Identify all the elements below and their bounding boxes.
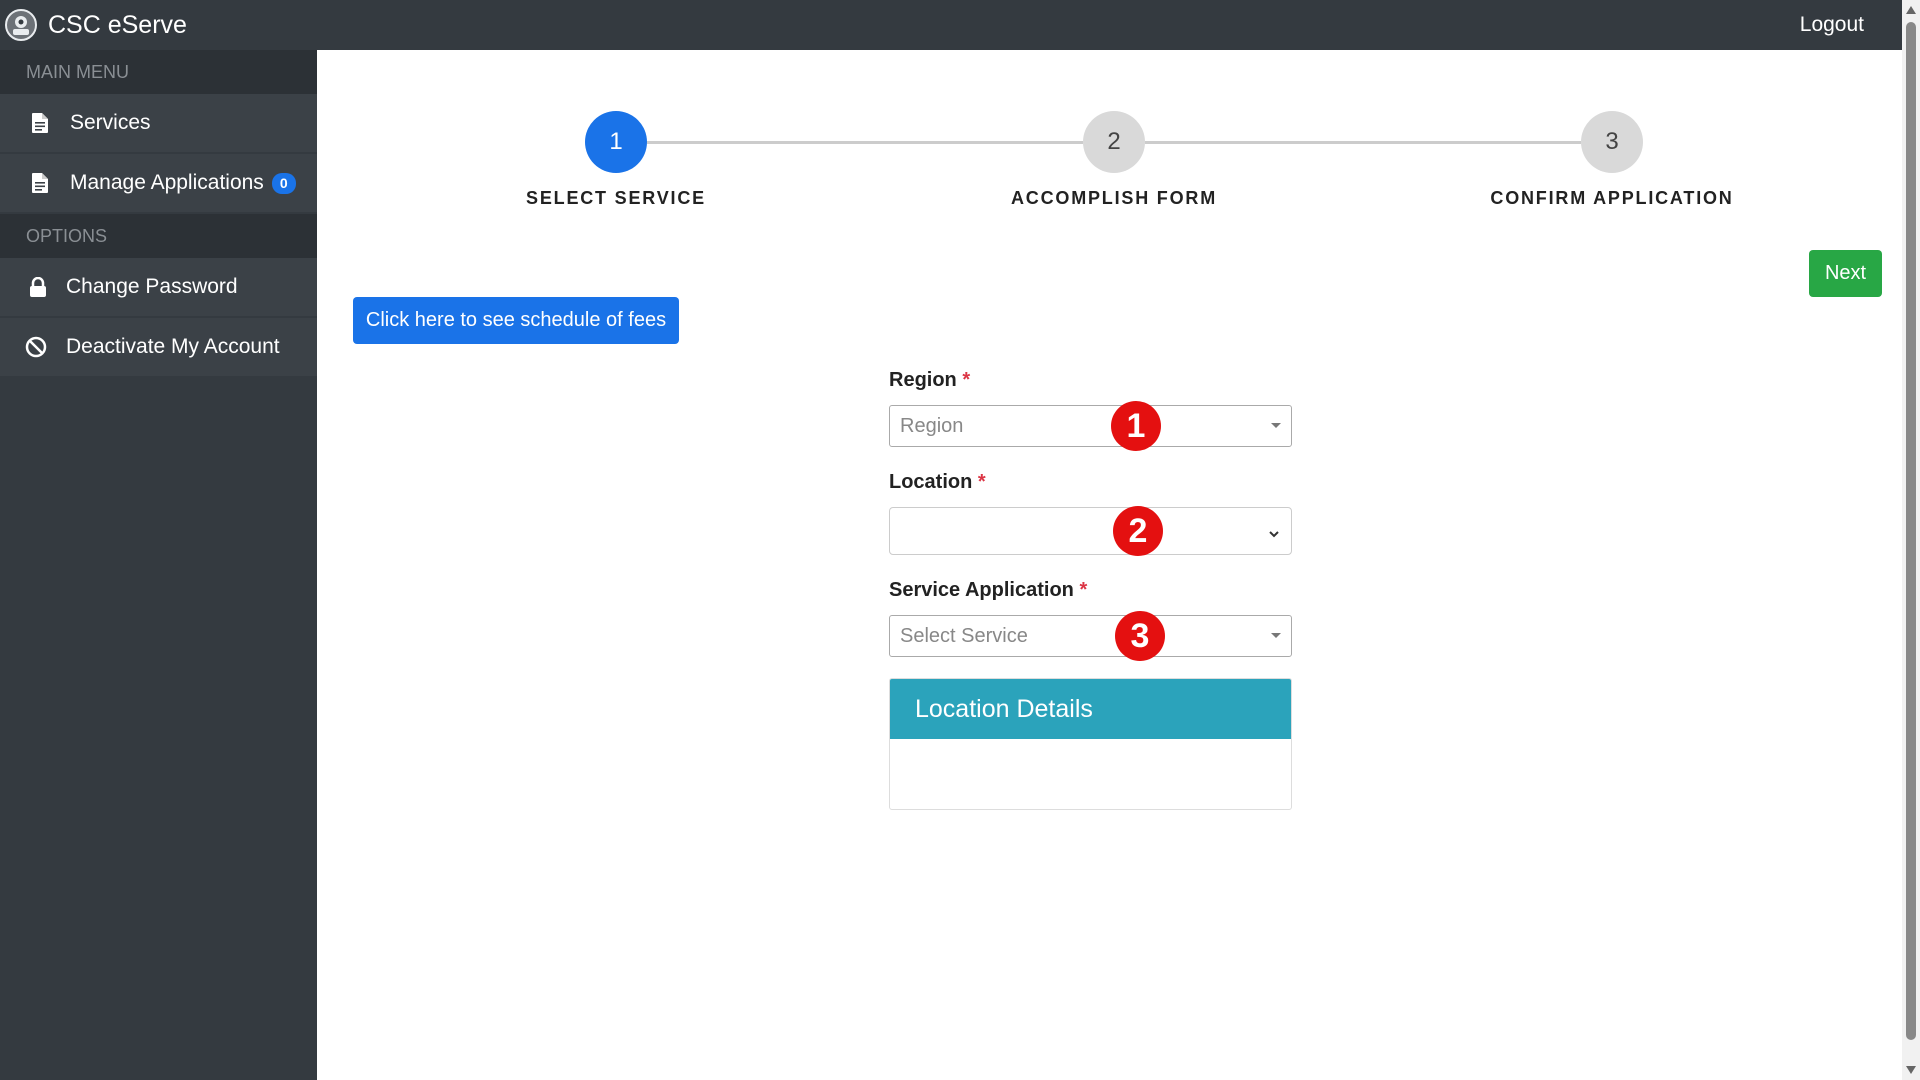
annotation-marker-1: 1 — [1111, 401, 1161, 451]
sidebar-item-services[interactable]: Services — [0, 94, 317, 154]
document-icon — [28, 171, 52, 195]
service-application-select[interactable]: Select Service — [889, 615, 1292, 657]
step-2-label: ACCOMPLISH FORM — [1011, 188, 1217, 208]
chevron-down-icon — [1267, 524, 1281, 538]
region-label: Region * — [889, 369, 971, 391]
stepper-connector — [1145, 141, 1581, 144]
top-navbar: CSC eServe Logout — [0, 0, 1902, 50]
next-button[interactable]: Next — [1809, 250, 1882, 297]
required-marker: * — [1079, 579, 1088, 601]
app-title: CSC eServe — [48, 10, 187, 39]
seal-logo-icon — [4, 8, 38, 42]
location-select[interactable] — [889, 507, 1292, 555]
sidebar-item-change-password[interactable]: Change Password — [0, 258, 317, 318]
schedule-of-fees-button[interactable]: Click here to see schedule of fees — [353, 297, 679, 344]
required-marker: * — [977, 471, 986, 493]
vertical-scrollbar[interactable] — [1902, 0, 1920, 1080]
sidebar: MAIN MENU Services Manage Applications 0… — [0, 50, 317, 1080]
ban-icon — [24, 335, 48, 359]
logout-link[interactable]: Logout — [1800, 0, 1864, 50]
location-details-card: Location Details — [889, 678, 1292, 810]
step-3-circle[interactable]: 3 — [1581, 111, 1643, 173]
step-3-label: CONFIRM APPLICATION — [1490, 188, 1734, 208]
scroll-up-icon[interactable] — [1906, 6, 1916, 14]
lock-icon — [26, 275, 50, 299]
sidebar-section-main-menu: MAIN MENU — [0, 50, 317, 94]
sidebar-item-manage-applications[interactable]: Manage Applications 0 — [0, 154, 317, 214]
sidebar-section-options: OPTIONS — [0, 214, 317, 258]
sidebar-item-label: Services — [70, 111, 151, 134]
scroll-down-icon[interactable] — [1906, 1066, 1916, 1074]
caret-down-icon — [1271, 633, 1281, 638]
service-application-label: Service Application * — [889, 579, 1088, 601]
document-icon — [28, 111, 52, 135]
annotation-marker-2: 2 — [1113, 506, 1163, 556]
brand[interactable]: CSC eServe — [4, 0, 187, 50]
annotation-marker-3: 3 — [1115, 611, 1165, 661]
service-select-placeholder: Select Service — [900, 624, 1028, 647]
main-content: 1 2 3 SELECT SERVICE ACCOMPLISH FORM CON… — [317, 50, 1902, 1080]
required-marker: * — [962, 369, 971, 391]
step-1-circle[interactable]: 1 — [585, 111, 647, 173]
caret-down-icon — [1271, 423, 1281, 428]
location-label: Location * — [889, 471, 986, 493]
sidebar-item-label: Manage Applications — [70, 171, 264, 194]
sidebar-item-label: Change Password — [66, 275, 238, 298]
applications-count-badge: 0 — [271, 172, 296, 194]
region-select[interactable]: Region — [889, 405, 1292, 447]
region-select-placeholder: Region — [900, 414, 964, 437]
sidebar-item-label: Deactivate My Account — [66, 335, 280, 358]
sidebar-item-deactivate-account[interactable]: Deactivate My Account — [0, 318, 317, 378]
step-1-label: SELECT SERVICE — [526, 188, 706, 208]
scrollbar-thumb[interactable] — [1906, 22, 1916, 1040]
step-2-circle[interactable]: 2 — [1083, 111, 1145, 173]
location-details-title: Location Details — [890, 679, 1291, 739]
stepper-connector — [647, 141, 1083, 144]
